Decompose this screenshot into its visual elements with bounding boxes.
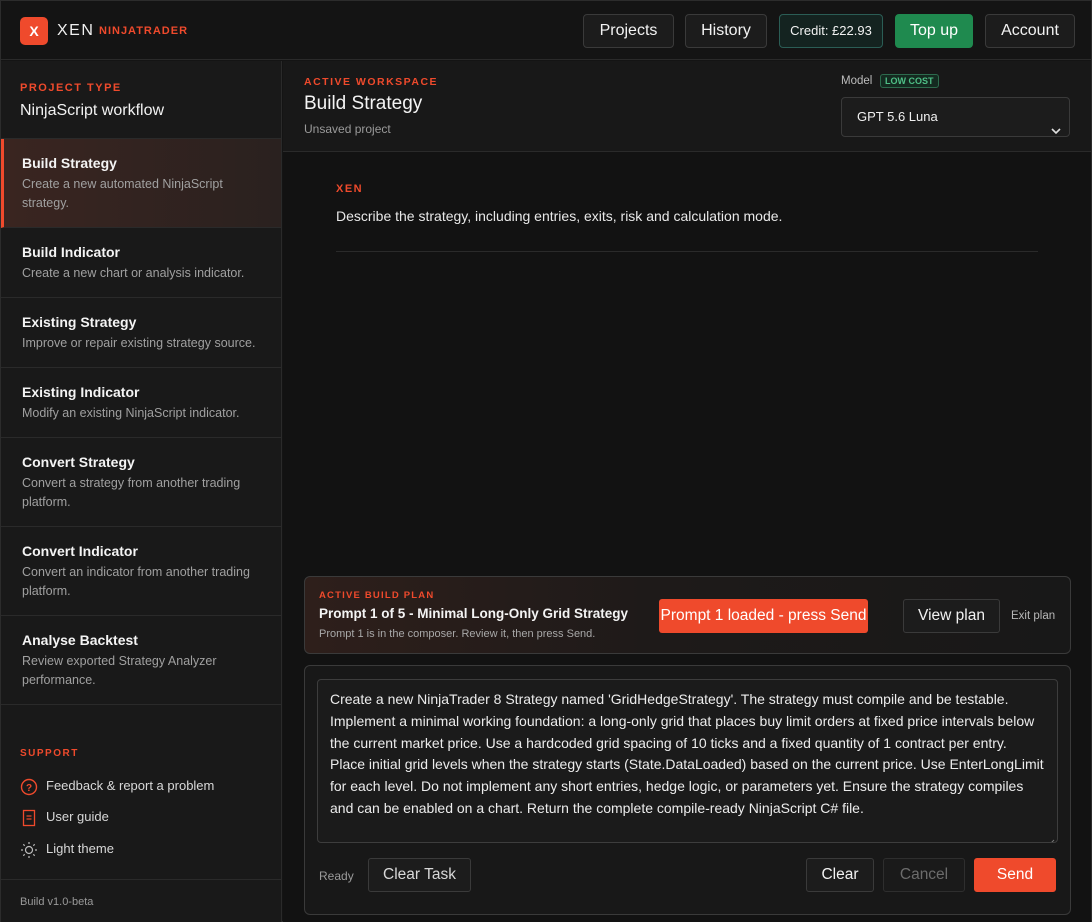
projects-button[interactable]: Projects	[583, 14, 674, 48]
user-guide-link[interactable]: User guide	[20, 807, 109, 827]
feedback-label: Feedback & report a problem	[46, 778, 215, 793]
sidebar-item-existing-strategy[interactable]: Existing Strategy Improve or repair exis…	[1, 298, 281, 368]
sidebar-item-title: Existing Strategy	[22, 314, 137, 330]
model-select-value: GPT 5.6 Luna	[857, 109, 938, 124]
theme-label: Light theme	[46, 841, 114, 856]
main-panel: ACTIVE WORKSPACE Build Strategy Unsaved …	[283, 61, 1091, 922]
brand-name: XEN	[57, 22, 95, 39]
sidebar-item-title: Build Indicator	[22, 244, 120, 260]
account-button[interactable]: Account	[985, 14, 1075, 48]
project-type-label: PROJECT TYPE	[20, 82, 122, 94]
plan-title: Prompt 1 of 5 - Minimal Long-Only Grid S…	[319, 606, 629, 621]
build-plan-bar: ACTIVE BUILD PLAN Prompt 1 of 5 - Minima…	[304, 576, 1071, 654]
topup-button[interactable]: Top up	[895, 14, 973, 48]
support-label: SUPPORT	[20, 748, 79, 759]
project-type-value: NinjaScript workflow	[20, 102, 165, 119]
sidebar-item-title: Convert Strategy	[22, 454, 135, 470]
version-label: Build v1.0-beta	[20, 896, 94, 908]
send-button[interactable]: Send	[974, 858, 1056, 892]
view-plan-button[interactable]: View plan	[903, 599, 1000, 633]
sidebar-footer-divider	[1, 879, 281, 880]
status-text: Ready	[319, 869, 354, 883]
sidebar-item-desc: Improve or repair existing strategy sour…	[22, 336, 256, 350]
logo-icon: X	[20, 17, 48, 45]
brand-subtitle: NINJATRADER	[99, 25, 189, 37]
exit-plan-link[interactable]: Exit plan	[1011, 610, 1055, 622]
theme-toggle[interactable]: Light theme	[20, 839, 114, 859]
clear-button[interactable]: Clear	[806, 858, 874, 892]
sidebar-item-build-strategy[interactable]: Build Strategy Create a new automated Ni…	[1, 139, 281, 228]
help-circle-icon: ?	[20, 778, 38, 796]
prompt-loaded-button[interactable]: Prompt 1 loaded - press Send	[659, 599, 868, 633]
sidebar-item-convert-strategy[interactable]: Convert Strategy Convert a strategy from…	[1, 438, 281, 527]
sidebar-item-analyse-backtest[interactable]: Analyse Backtest Review exported Strateg…	[1, 616, 281, 705]
sidebar-item-existing-indicator[interactable]: Existing Indicator Modify an existing Ni…	[1, 368, 281, 438]
sidebar-item-build-indicator[interactable]: Build Indicator Create a new chart or an…	[1, 228, 281, 298]
composer: Create a new NinjaTrader 8 Strategy name…	[304, 665, 1071, 915]
clear-task-button[interactable]: Clear Task	[368, 858, 471, 892]
resize-handle-icon[interactable]	[1047, 832, 1055, 842]
cancel-button[interactable]: Cancel	[883, 858, 965, 892]
prompt-text: Create a new NinjaTrader 8 Strategy name…	[330, 691, 1044, 816]
model-select[interactable]: GPT 5.6 Luna	[841, 97, 1070, 137]
message-divider	[336, 251, 1038, 252]
sidebar-item-title: Convert Indicator	[22, 543, 138, 559]
sidebar-item-title: Analyse Backtest	[22, 632, 138, 648]
sidebar-item-desc: Convert a strategy from another trading …	[22, 476, 241, 509]
project-status: Unsaved project	[304, 122, 391, 136]
message-sender: XEN	[336, 183, 364, 195]
app-window: X XEN NINJATRADER Projects History Credi…	[0, 0, 1092, 922]
sun-icon	[20, 841, 38, 859]
page-title: Build Strategy	[304, 93, 423, 114]
plan-label: ACTIVE BUILD PLAN	[319, 590, 435, 601]
feedback-link[interactable]: ? Feedback & report a problem	[20, 776, 214, 796]
sidebar-item-desc: Create a new chart or analysis indicator…	[22, 266, 245, 280]
sidebar-item-desc: Modify an existing NinjaScript indicator…	[22, 406, 240, 420]
model-label: Model	[841, 75, 873, 87]
svg-text:?: ?	[26, 783, 32, 794]
sidebar-item-desc: Create a new automated NinjaScript strat…	[22, 177, 223, 210]
low-cost-badge: LOW COST	[880, 74, 939, 88]
sidebar-item-title: Build Strategy	[22, 155, 117, 171]
assistant-message: Describe the strategy, including entries…	[336, 208, 783, 224]
document-icon	[20, 809, 38, 827]
history-button[interactable]: History	[685, 14, 767, 48]
sidebar-item-desc: Convert an indicator from another tradin…	[22, 565, 250, 598]
sidebar-item-desc: Review exported Strategy Analyzer perfor…	[22, 654, 217, 687]
plan-subtitle: Prompt 1 is in the composer. Review it, …	[319, 628, 596, 640]
prompt-textarea[interactable]: Create a new NinjaTrader 8 Strategy name…	[317, 679, 1058, 843]
sidebar-item-title: Existing Indicator	[22, 384, 140, 400]
workspace-label: ACTIVE WORKSPACE	[304, 76, 439, 88]
user-guide-label: User guide	[46, 809, 109, 824]
top-bar: X XEN NINJATRADER Projects History Credi…	[1, 1, 1091, 60]
sidebar-item-convert-indicator[interactable]: Convert Indicator Convert an indicator f…	[1, 527, 281, 616]
sidebar: PROJECT TYPE NinjaScript workflow Build …	[1, 61, 282, 922]
chevron-down-icon	[1051, 113, 1061, 135]
workspace-header: ACTIVE WORKSPACE Build Strategy Unsaved …	[283, 61, 1091, 152]
project-type-list: Build Strategy Create a new automated Ni…	[1, 138, 281, 705]
credit-badge: Credit: £22.93	[779, 14, 883, 48]
